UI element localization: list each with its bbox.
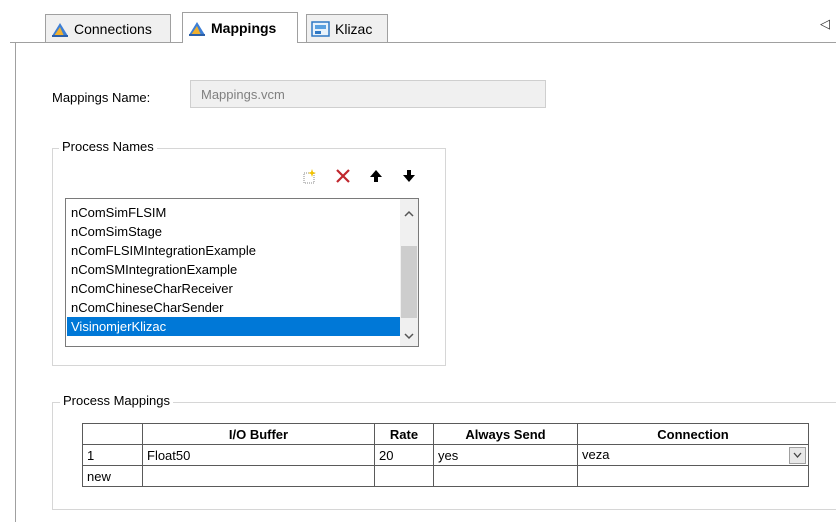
rate-cell[interactable]: 20 [374,444,434,466]
mappings-grid: I/O Buffer Rate Always Send Connection 1… [82,423,809,487]
scroll-down-icon[interactable] [400,327,418,344]
grid-header-row: I/O Buffer Rate Always Send Connection [82,423,809,445]
connection-cell[interactable]: veza [577,444,809,466]
tab-connections[interactable]: Connections [45,14,171,43]
row-number-cell[interactable]: 1 [82,444,143,466]
list-scrollbar[interactable] [400,199,418,346]
always-send-cell[interactable]: yes [433,444,578,466]
mappings-name-label: Mappings Name: [52,90,151,105]
list-item[interactable]: nComFLSIMIntegrationExample [67,241,401,260]
mappings-name-field[interactable]: Mappings.vcm [190,80,546,108]
connections-icon [50,20,70,38]
scrollbar-thumb[interactable] [401,246,417,318]
tab-strip: Connections Mappings Klizac ◁ [0,0,836,44]
always-send-cell[interactable] [433,465,578,487]
chevron-down-icon[interactable] [789,446,806,464]
klizac-icon [311,20,331,38]
list-item[interactable]: nComSimFLSIM [67,203,401,222]
table-row: new [82,465,809,487]
io-buffer-cell[interactable] [142,465,375,487]
io-buffer-cell[interactable]: Float50 [142,444,375,466]
tab-klizac-label: Klizac [335,21,373,37]
tab-mappings[interactable]: Mappings [182,12,298,43]
rate-cell[interactable] [374,465,434,487]
connection-value: veza [582,446,610,462]
process-names-list[interactable]: nComSimFLSIM nComSimStage nComFLSIMInteg… [65,198,419,347]
tab-scroll-left-icon[interactable]: ◁ [820,16,830,32]
table-row: 1 Float50 20 yes veza [82,444,809,466]
tab-klizac[interactable]: Klizac [306,14,388,43]
process-mappings-title: Process Mappings [60,393,173,408]
list-item[interactable]: nComSMIntegrationExample [67,260,401,279]
process-names-title: Process Names [59,139,157,154]
connection-header[interactable]: Connection [577,423,809,445]
move-up-icon[interactable] [368,168,384,184]
list-item[interactable]: nComChineseCharReceiver [67,279,401,298]
scroll-up-icon[interactable] [400,205,418,222]
new-row-cell[interactable]: new [82,465,143,487]
tab-connections-label: Connections [74,21,152,37]
io-buffer-header[interactable]: I/O Buffer [142,423,375,445]
delete-icon[interactable] [335,168,351,184]
tab-mappings-label: Mappings [211,20,277,36]
always-send-header[interactable]: Always Send [433,423,578,445]
mappings-icon [187,19,207,37]
new-item-icon[interactable] [301,168,317,184]
rate-header[interactable]: Rate [374,423,434,445]
move-down-icon[interactable] [401,168,417,184]
list-item[interactable]: nComSimStage [67,222,401,241]
grid-corner-header [82,423,143,445]
connection-cell[interactable] [577,465,809,487]
list-item-selected[interactable]: VisinomjerKlizac [67,317,401,336]
list-item[interactable]: nComChineseCharSender [67,298,401,317]
